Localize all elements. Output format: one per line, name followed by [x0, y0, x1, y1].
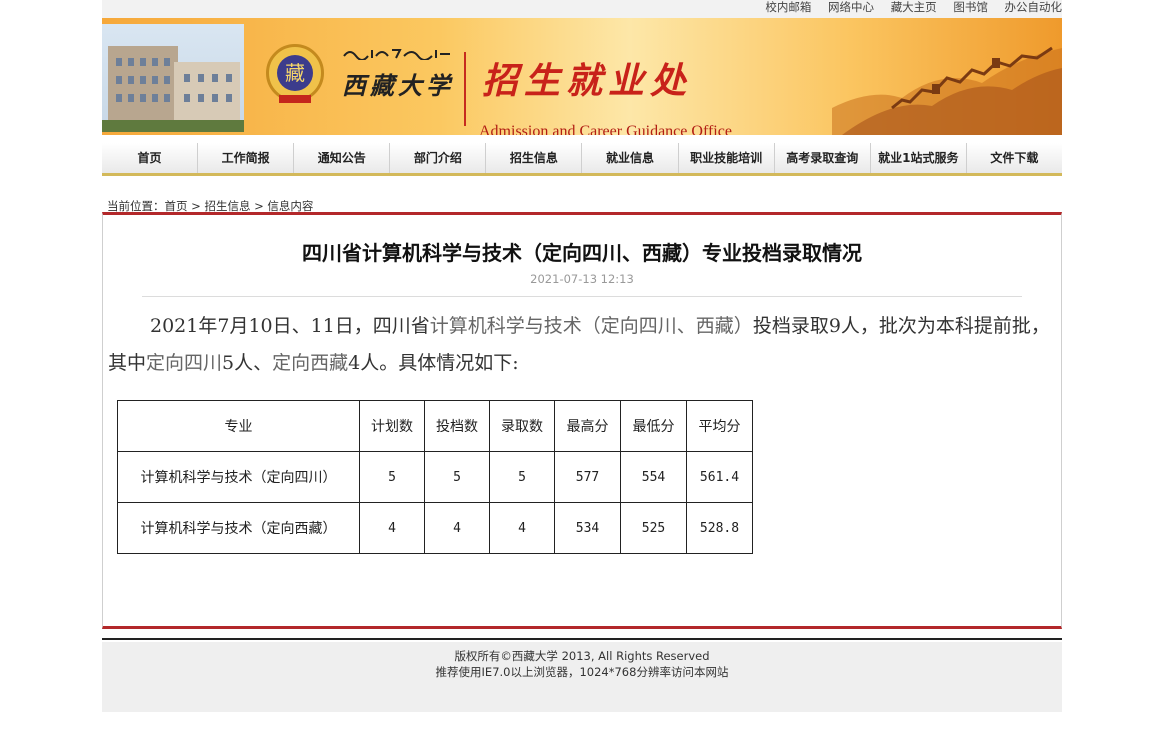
office-name-cn: 招生就业处	[482, 60, 693, 102]
cell-admitted: 5	[489, 451, 555, 503]
nav-notices[interactable]: 通知公告	[294, 143, 391, 173]
top-link-office-automation[interactable]: 办公自动化	[1005, 0, 1063, 14]
tibetan-script-logo	[343, 49, 450, 60]
header-cell-min-score: 最低分	[620, 400, 687, 452]
top-links-bar: 校内邮箱 网络中心 藏大主页 图书馆 办公自动化	[102, 0, 1062, 18]
cell-avg-score: 561.4	[686, 451, 753, 503]
header-cell-admitted: 录取数	[489, 400, 555, 452]
cell-plan: 5	[359, 451, 425, 503]
nav-skills-training[interactable]: 职业技能培训	[679, 143, 775, 173]
cell-min-score: 525	[620, 502, 687, 554]
cell-max-score: 534	[554, 502, 621, 554]
nav-work-brief[interactable]: 工作简报	[198, 143, 295, 173]
table-header-row: 专业 计划数 投档数 录取数 最高分 最低分 平均分	[117, 400, 753, 452]
nav-employment-info[interactable]: 就业信息	[582, 143, 679, 173]
breadcrumb-separator: >	[187, 199, 205, 213]
header-divider	[464, 52, 466, 126]
nav-department[interactable]: 部门介绍	[390, 143, 487, 173]
seal-char: 藏	[277, 55, 313, 91]
footer: 版权所有©西藏大学 2013, All Rights Reserved 推荐使用…	[102, 642, 1062, 712]
header-cell-max-score: 最高分	[554, 400, 621, 452]
cell-major: 计算机科学与技术（定向西藏）	[117, 502, 360, 554]
para-sichuan-highlight: 定向四川	[146, 352, 223, 374]
table-row: 计算机科学与技术（定向西藏） 4 4 4 534 525 528.8	[117, 502, 753, 554]
header-cell-filed: 投档数	[424, 400, 490, 452]
header-banner: 藏 西藏大学 招生就业处 Admission and Career Guidan…	[102, 18, 1062, 135]
cell-max-score: 577	[554, 451, 621, 503]
nav-admission-info[interactable]: 招生信息	[486, 143, 583, 173]
header-cell-avg-score: 平均分	[686, 400, 753, 452]
nav-downloads[interactable]: 文件下载	[967, 143, 1062, 173]
cell-min-score: 554	[620, 451, 687, 503]
breadcrumb-current: 信息内容	[267, 199, 314, 213]
great-wall-image	[832, 46, 1062, 135]
top-link-university-home[interactable]: 藏大主页	[891, 0, 937, 14]
cell-filed: 5	[424, 451, 490, 503]
header-cell-major: 专业	[117, 400, 360, 452]
article-date: 2021-07-13 12:13	[530, 272, 634, 286]
para-text: 5人、	[222, 352, 273, 374]
breadcrumb-home[interactable]: 首页	[165, 199, 188, 213]
para-xizang-highlight: 定向西藏	[272, 352, 349, 374]
breadcrumb-section[interactable]: 招生信息	[204, 199, 250, 213]
cell-major: 计算机科学与技术（定向四川）	[117, 451, 360, 503]
university-seal-logo: 藏	[266, 44, 324, 103]
header-cell-plan: 计划数	[359, 400, 425, 452]
cell-avg-score: 528.8	[686, 502, 753, 554]
main-nav: 首页 工作简报 通知公告 部门介绍 招生信息 就业信息 职业技能培训 高考录取查…	[102, 143, 1062, 176]
para-text: 2021年7月10日、11日，四川省	[150, 315, 430, 337]
university-name: 西藏大学	[342, 71, 454, 100]
cell-plan: 4	[359, 502, 425, 554]
cell-filed: 4	[424, 502, 490, 554]
top-link-library[interactable]: 图书馆	[953, 0, 988, 14]
nav-gaokao-query[interactable]: 高考录取查询	[775, 143, 871, 173]
footer-browser-note: 推荐使用IE7.0以上浏览器，1024*768分辨率访问本网站	[435, 665, 729, 679]
title-divider	[142, 296, 1022, 297]
top-link-mail[interactable]: 校内邮箱	[765, 0, 811, 14]
breadcrumb-separator: >	[250, 199, 268, 213]
para-major-highlight: 计算机科学与技术（定向四川、西藏）	[429, 315, 753, 337]
top-link-network-center[interactable]: 网络中心	[828, 0, 874, 14]
page-wrapper: 校内邮箱 网络中心 藏大主页 图书馆 办公自动化 藏 西藏大学 招生就业处 Ad…	[102, 0, 1062, 712]
footer-divider	[102, 638, 1062, 640]
nav-one-stop-service[interactable]: 就业1站式服务	[871, 143, 967, 173]
office-name-en: Admission and Career Guidance Office	[479, 123, 732, 135]
article-paragraph: 2021年7月10日、11日，四川省计算机科学与技术（定向四川、西藏）投档录取9…	[108, 308, 1056, 382]
table-row: 计算机科学与技术（定向四川） 5 5 5 577 554 561.4	[117, 451, 753, 503]
para-text: 4人。具体情况如下:	[348, 352, 519, 374]
cell-admitted: 4	[489, 502, 555, 554]
breadcrumb-label: 当前位置：	[107, 199, 165, 213]
article-title: 四川省计算机科学与技术（定向四川、西藏）专业投档录取情况	[302, 241, 862, 265]
campus-building-image	[102, 24, 244, 132]
nav-home[interactable]: 首页	[102, 143, 199, 173]
footer-copyright: 版权所有©西藏大学 2013, All Rights Reserved	[454, 649, 710, 663]
admission-table: 专业 计划数 投档数 录取数 最高分 最低分 平均分 计算机科学与技术（定向四川…	[117, 400, 753, 554]
